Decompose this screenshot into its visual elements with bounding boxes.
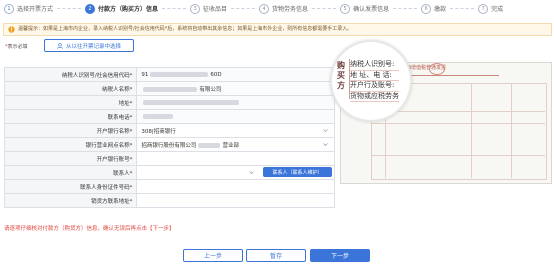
contact-label: 联系人* [3, 165, 138, 180]
magnifier-line: 纳税人识别号: [350, 60, 399, 71]
form-row-tax-id: 纳税人识别号/社会信用代码* 91 60D [3, 67, 335, 82]
warning-icon [8, 26, 15, 33]
pick-from-history-label: 从以往开票记录中选择 [65, 43, 121, 50]
phone-label: 联系电话* [3, 109, 138, 124]
invoice-grid-col [471, 83, 472, 178]
step-label: 选择开票方式 [17, 6, 54, 13]
form-row-seller-address: 销货方联系地址* [3, 193, 335, 208]
form-row-account: 开户银行账号* [3, 151, 335, 166]
next-button[interactable]: 下一步 [310, 249, 370, 262]
notice-text: 温馨提示：如果是上海市内企业，录入纳税人识别号/社会信用代码*后，系统将自动带出… [18, 26, 353, 32]
seller-address-field[interactable] [136, 193, 335, 208]
required-text: 表示必填 [7, 44, 28, 50]
step-connector [162, 8, 187, 9]
form-row-address: 地址* [3, 95, 335, 110]
contact-select[interactable]: 联系人（联系人维护） [136, 165, 335, 180]
invoice-grid-col [511, 83, 512, 178]
contact-maintain-button[interactable]: 联系人（联系人维护） [263, 167, 332, 177]
tax-id-field[interactable]: 91 60D [136, 67, 335, 82]
magnifier-line: 地 址、电 话: [350, 71, 399, 81]
step-7: 7 完成 [478, 3, 504, 14]
buyer-info-form: 纳税人识别号/社会信用代码* 91 60D 纳税人名称* 有限公司 地址* 联系电… [3, 67, 335, 208]
step-number: 7 [478, 3, 489, 14]
form-row-phone: 联系电话* [3, 109, 335, 124]
taxpayer-name-suffix: 有限公司 [199, 86, 222, 93]
bank-name-select[interactable]: 308|招商银行 [136, 123, 335, 138]
bank-name-label: 开户银行名称* [3, 123, 138, 138]
tax-id-label: 纳税人识别号/社会信用代码* [3, 67, 138, 82]
step-1: 1 选择开票方式 [4, 3, 82, 14]
account-label: 开户银行账号* [3, 151, 138, 166]
magnifier-side-label: 购买方 [337, 60, 345, 90]
required-note: *表示必填 [5, 43, 28, 50]
form-row-bank-name: 开户银行名称* 308|招商银行 [3, 123, 335, 138]
redacted-block [143, 86, 198, 92]
step-label: 完成 [491, 6, 504, 13]
contact-id-field[interactable] [136, 179, 335, 194]
branch-select[interactable]: 招商银行股份有限公司 营业部 [136, 137, 335, 152]
step-label: 付款方（购买方）信息 [98, 6, 159, 13]
step-label: 征收品目 [203, 6, 228, 13]
taxpayer-name-label: 纳税人名称* [3, 81, 138, 96]
form-row-taxpayer-name: 纳税人名称* 有限公司 [3, 81, 335, 96]
step-connector [450, 8, 475, 9]
form-row-contact-id: 联系人身份证件号码* [3, 179, 335, 194]
step-label: 货物劳务信息 [272, 6, 309, 13]
step-number: 5 [340, 3, 351, 14]
invoice-grid-line [371, 123, 545, 124]
phone-field[interactable] [136, 109, 335, 124]
step-label: 缴款 [434, 6, 447, 13]
step-number: 6 [421, 3, 432, 14]
step-number: 3 [190, 3, 201, 14]
redacted-block [143, 99, 240, 105]
step-5: 5 确认发票信息 [340, 3, 418, 14]
step-connector [57, 8, 82, 9]
chevron-down-icon [323, 129, 328, 132]
form-row-branch: 银行营业网点名称* 招商银行股份有限公司 营业部 [3, 137, 335, 152]
form-row-contact: 联系人* 联系人（联系人维护） [3, 165, 335, 180]
step-number: 2 [85, 3, 96, 14]
seller-address-label: 销货方联系地址* [3, 193, 138, 208]
invoice-magnifier: 购买方 纳税人识别号: 地 址、电 话: 开户行及账号: 货物或应税劳务 [330, 40, 412, 122]
notice-banner: 温馨提示：如果是上海市内企业，录入纳税人识别号/社会信用代码*后，系统将自动带出… [3, 23, 552, 36]
invoice-seal [429, 63, 445, 75]
contact-id-label: 联系人身份证件号码* [3, 179, 138, 194]
account-field[interactable] [136, 151, 335, 166]
save-draft-button[interactable]: 暂存 [246, 249, 306, 262]
step-connector [312, 8, 337, 9]
step-progress-bar: 1 选择开票方式 2 付款方（购买方）信息 3 征收品目 4 货物劳务信息 5 … [0, 0, 554, 17]
step-2: 2 付款方（购买方）信息 [85, 3, 187, 14]
step-number: 4 [259, 3, 270, 14]
chevron-down-icon [323, 143, 328, 146]
bank-name-value: 308|招商银行 [141, 128, 176, 135]
branch-label: 银行营业网点名称* [3, 137, 138, 152]
tax-id-prefix: 91 [141, 71, 149, 78]
tax-id-suffix: 60D [210, 71, 222, 78]
step-3: 3 征收品目 [190, 3, 256, 14]
person-icon [57, 42, 63, 49]
taxpayer-name-field[interactable]: 有限公司 [136, 81, 335, 96]
address-label: 地址* [3, 95, 138, 110]
step-4: 4 货物劳务信息 [259, 3, 337, 14]
branch-value: 招商银行股份有限公司 [141, 142, 197, 149]
magnifier-line: 开户行及账号: [350, 81, 399, 92]
address-field[interactable] [136, 95, 335, 110]
step-label: 确认发票信息 [353, 6, 390, 13]
branch-suffix: 营业部 [222, 142, 239, 149]
chevron-down-icon [249, 171, 254, 174]
redacted-block [198, 142, 221, 148]
step-6: 6 缴款 [421, 3, 475, 14]
verify-hint: 请逐项仔细核对付款方（购货方）信息，确认无误后再点击【下一步】 [4, 226, 175, 232]
prev-button[interactable]: 上一步 [183, 249, 243, 262]
invoice-grid-line [371, 155, 545, 156]
magnifier-line: 货物或应税劳务 [350, 92, 399, 102]
step-connector [393, 8, 418, 9]
step-connector [231, 8, 256, 9]
step-number: 1 [4, 3, 14, 14]
pick-from-history-button[interactable]: 从以往开票记录中选择 [44, 39, 134, 52]
redacted-block [143, 113, 174, 119]
magnifier-lines: 纳税人识别号: 地 址、电 话: 开户行及账号: 货物或应税劳务 [350, 60, 399, 102]
redacted-block [150, 71, 209, 77]
